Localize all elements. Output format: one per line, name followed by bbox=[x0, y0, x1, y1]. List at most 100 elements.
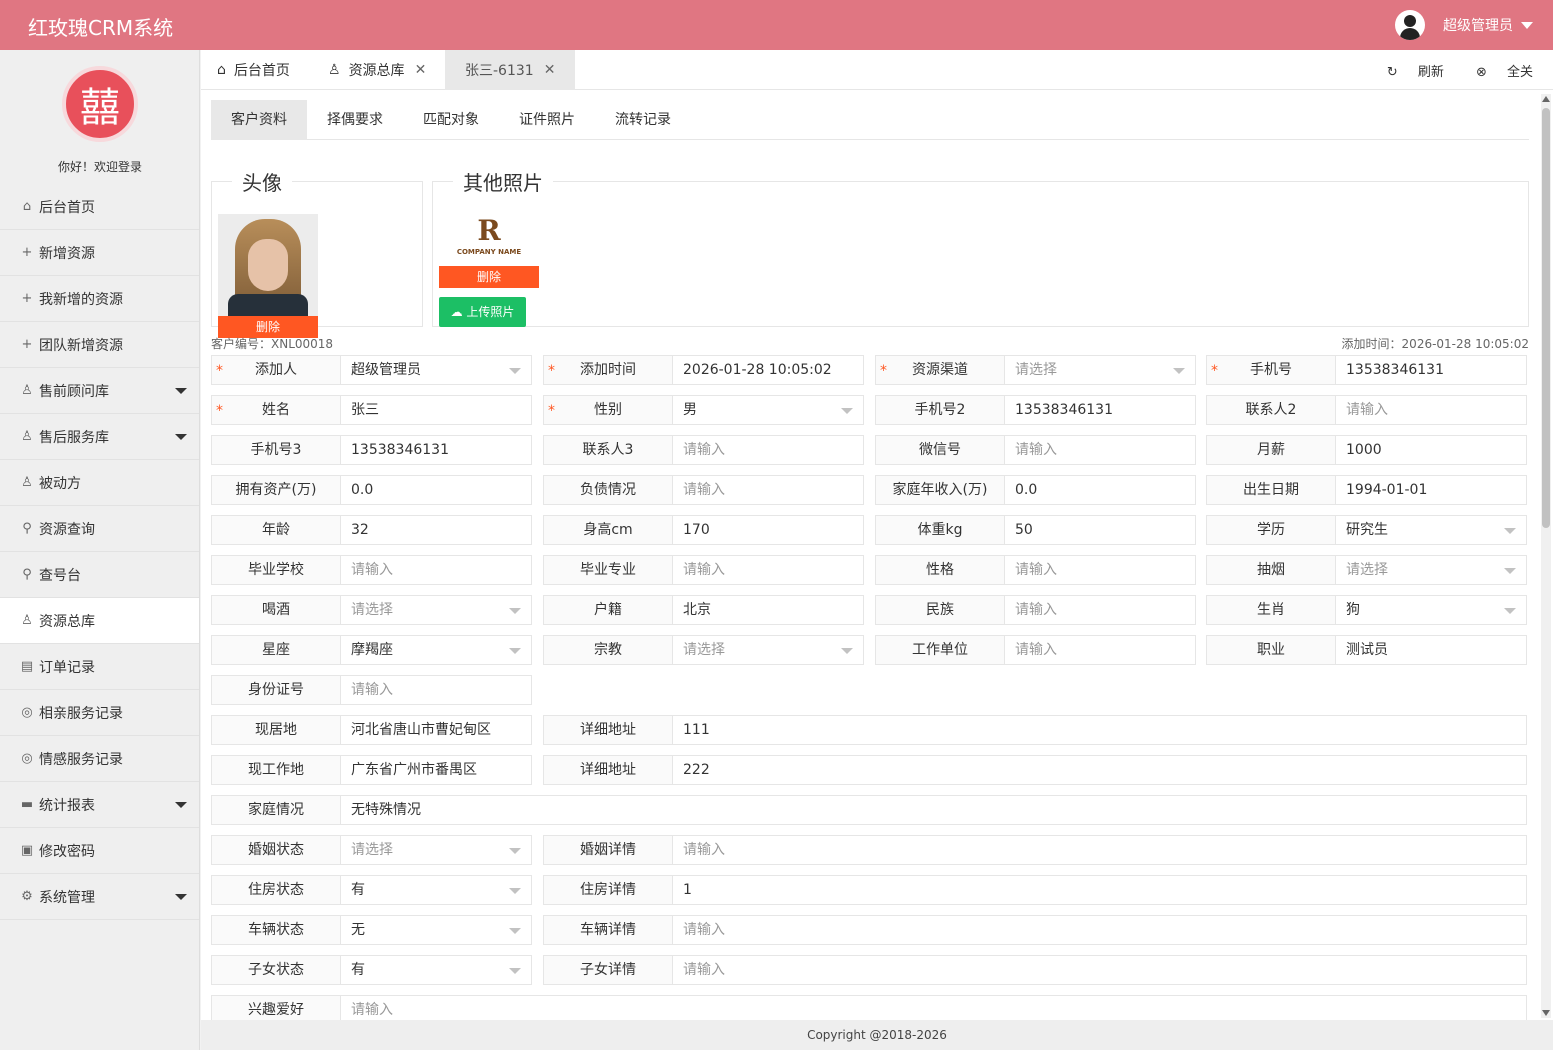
sidebar-item-passive[interactable]: ♙ 被动方 bbox=[0, 460, 199, 506]
caret-down-icon[interactable] bbox=[509, 968, 521, 974]
caret-down-icon[interactable] bbox=[509, 608, 521, 614]
sidebar-item-add-resource[interactable]: + 新增资源 bbox=[0, 230, 199, 276]
field-select[interactable]: 有 bbox=[341, 956, 531, 984]
field-input[interactable]: 1 bbox=[673, 876, 1526, 904]
caret-down-icon[interactable] bbox=[1521, 21, 1533, 29]
field-select[interactable]: 请选择 bbox=[341, 836, 531, 864]
field-input[interactable]: 0.0 bbox=[341, 476, 531, 504]
field-select[interactable]: 请选择 bbox=[1336, 556, 1526, 584]
caret-down-icon[interactable] bbox=[1173, 368, 1185, 374]
sidebar-item-reports[interactable]: ▬ 统计报表 bbox=[0, 782, 199, 828]
sidebar-item-presales[interactable]: ♙ 售前顾问库 bbox=[0, 368, 199, 414]
upload-photo-button[interactable]: ☁ 上传照片 bbox=[439, 297, 526, 327]
field-select[interactable]: 狗 bbox=[1336, 596, 1526, 624]
caret-down-icon[interactable] bbox=[1504, 528, 1516, 534]
caret-down-icon[interactable] bbox=[841, 408, 853, 414]
subtab-transfer-log[interactable]: 流转记录 bbox=[595, 100, 691, 140]
field-input[interactable]: 请输入 bbox=[341, 676, 531, 704]
field-input[interactable]: 请输入 bbox=[1005, 556, 1195, 584]
user-name[interactable]: 超级管理员 bbox=[1443, 15, 1513, 35]
field-input[interactable]: 13538346131 bbox=[341, 436, 531, 464]
field-input[interactable]: 测试员 bbox=[1336, 636, 1526, 664]
sidebar-item-change-password[interactable]: ▣ 修改密码 bbox=[0, 828, 199, 874]
field-input[interactable]: 111 bbox=[673, 716, 1526, 744]
user-avatar-icon[interactable] bbox=[1395, 10, 1425, 40]
field-input[interactable]: 请输入 bbox=[1005, 436, 1195, 464]
sidebar-item-aftersales[interactable]: ♙ 售后服务库 bbox=[0, 414, 199, 460]
close-icon[interactable]: ✕ bbox=[415, 62, 427, 78]
sidebar-item-my-resources[interactable]: + 我新增的资源 bbox=[0, 276, 199, 322]
field-select[interactable]: 超级管理员 bbox=[341, 356, 531, 384]
scroll-thumb[interactable] bbox=[1542, 108, 1550, 528]
close-all-button[interactable]: ⊗ 全关 bbox=[1460, 61, 1533, 80]
subtab-customer-info[interactable]: 客户资料 bbox=[211, 100, 307, 140]
sidebar-item-dating-records[interactable]: ◎ 相亲服务记录 bbox=[0, 690, 199, 736]
field-select[interactable]: 男 bbox=[673, 396, 863, 424]
tab-resource-pool[interactable]: ♙ 资源总库 ✕ bbox=[328, 50, 426, 90]
field-label: 抽烟 bbox=[1207, 556, 1336, 584]
tab-home[interactable]: ⌂ 后台首页 bbox=[217, 50, 290, 90]
field-input[interactable]: 请输入 bbox=[1005, 636, 1195, 664]
field-input[interactable]: 0.0 bbox=[1005, 476, 1195, 504]
sidebar-item-home[interactable]: ⌂ 后台首页 bbox=[0, 184, 199, 230]
field-select[interactable]: 请选择 bbox=[1005, 356, 1195, 384]
field-input[interactable]: 请输入 bbox=[673, 916, 1526, 944]
close-icon[interactable]: ✕ bbox=[544, 62, 556, 78]
field-input[interactable]: 请输入 bbox=[341, 996, 1526, 1020]
scroll-down-arrow-icon[interactable] bbox=[1542, 1010, 1550, 1016]
field-select[interactable]: 研究生 bbox=[1336, 516, 1526, 544]
sidebar-item-resource-pool[interactable]: ♙ 资源总库 bbox=[0, 598, 199, 644]
refresh-button[interactable]: ↻ 刷新 bbox=[1371, 61, 1444, 80]
field-input[interactable]: 广东省广州市番禺区 bbox=[341, 756, 531, 784]
field-input[interactable]: 170 bbox=[673, 516, 863, 544]
subtab-spouse-requirements[interactable]: 择偶要求 bbox=[307, 100, 403, 140]
caret-down-icon[interactable] bbox=[1504, 568, 1516, 574]
field-input[interactable]: 1994-01-01 bbox=[1336, 476, 1526, 504]
caret-down-icon[interactable] bbox=[509, 648, 521, 654]
field-input[interactable]: 222 bbox=[673, 756, 1526, 784]
sidebar-item-emotion-records[interactable]: ◎ 情感服务记录 bbox=[0, 736, 199, 782]
field-input[interactable]: 请输入 bbox=[673, 556, 863, 584]
field-input[interactable]: 32 bbox=[341, 516, 531, 544]
sidebar-item-number-lookup[interactable]: ⚲ 查号台 bbox=[0, 552, 199, 598]
field-input[interactable]: 2026-01-28 10:05:02 bbox=[673, 356, 863, 384]
field-input[interactable]: 请输入 bbox=[673, 956, 1526, 984]
field-select[interactable]: 有 bbox=[341, 876, 531, 904]
field-input[interactable]: 请输入 bbox=[673, 476, 863, 504]
caret-down-icon[interactable] bbox=[1504, 608, 1516, 614]
caret-down-icon[interactable] bbox=[841, 648, 853, 654]
field-input[interactable]: 河北省唐山市曹妃甸区 bbox=[341, 716, 531, 744]
subtab-matches[interactable]: 匹配对象 bbox=[403, 100, 499, 140]
field-input[interactable]: 13538346131 bbox=[1005, 396, 1195, 424]
delete-photo-button[interactable]: 删除 bbox=[439, 266, 539, 288]
field-input[interactable]: 请输入 bbox=[1336, 396, 1526, 424]
sidebar-item-resource-query[interactable]: ⚲ 资源查询 bbox=[0, 506, 199, 552]
tab-current-customer[interactable]: 张三-6131 ✕ bbox=[445, 50, 576, 90]
field-input[interactable]: 50 bbox=[1005, 516, 1195, 544]
field-input[interactable]: 无特殊情况 bbox=[341, 796, 1526, 824]
caret-down-icon[interactable] bbox=[509, 368, 521, 374]
field-input[interactable]: 请输入 bbox=[673, 836, 1526, 864]
field-input[interactable]: 1000 bbox=[1336, 436, 1526, 464]
field-input[interactable]: 请输入 bbox=[341, 556, 531, 584]
field-select[interactable]: 请选择 bbox=[673, 636, 863, 664]
caret-down-icon[interactable] bbox=[509, 848, 521, 854]
sidebar-item-team-resources[interactable]: + 团队新增资源 bbox=[0, 322, 199, 368]
sidebar-item-system[interactable]: ⚙ 系统管理 bbox=[0, 874, 199, 920]
field-select[interactable]: 无 bbox=[341, 916, 531, 944]
field-input[interactable]: 请输入 bbox=[673, 436, 863, 464]
field-input[interactable]: 张三 bbox=[341, 396, 531, 424]
sidebar-item-orders[interactable]: ▤ 订单记录 bbox=[0, 644, 199, 690]
scroll-up-arrow-icon[interactable] bbox=[1542, 96, 1550, 102]
caret-down-icon[interactable] bbox=[509, 888, 521, 894]
subtab-id-photos[interactable]: 证件照片 bbox=[499, 100, 595, 140]
field-input[interactable]: 北京 bbox=[673, 596, 863, 624]
field-workplace-detail: 详细地址 222 bbox=[543, 755, 1527, 785]
field-input[interactable]: 13538346131 bbox=[1336, 356, 1526, 384]
field-select[interactable]: 请选择 bbox=[341, 596, 531, 624]
user-menu[interactable]: 超级管理员 bbox=[1395, 10, 1533, 40]
scrollbar[interactable] bbox=[1541, 94, 1551, 1018]
field-select[interactable]: 摩羯座 bbox=[341, 636, 531, 664]
caret-down-icon[interactable] bbox=[509, 928, 521, 934]
field-input[interactable]: 请输入 bbox=[1005, 596, 1195, 624]
